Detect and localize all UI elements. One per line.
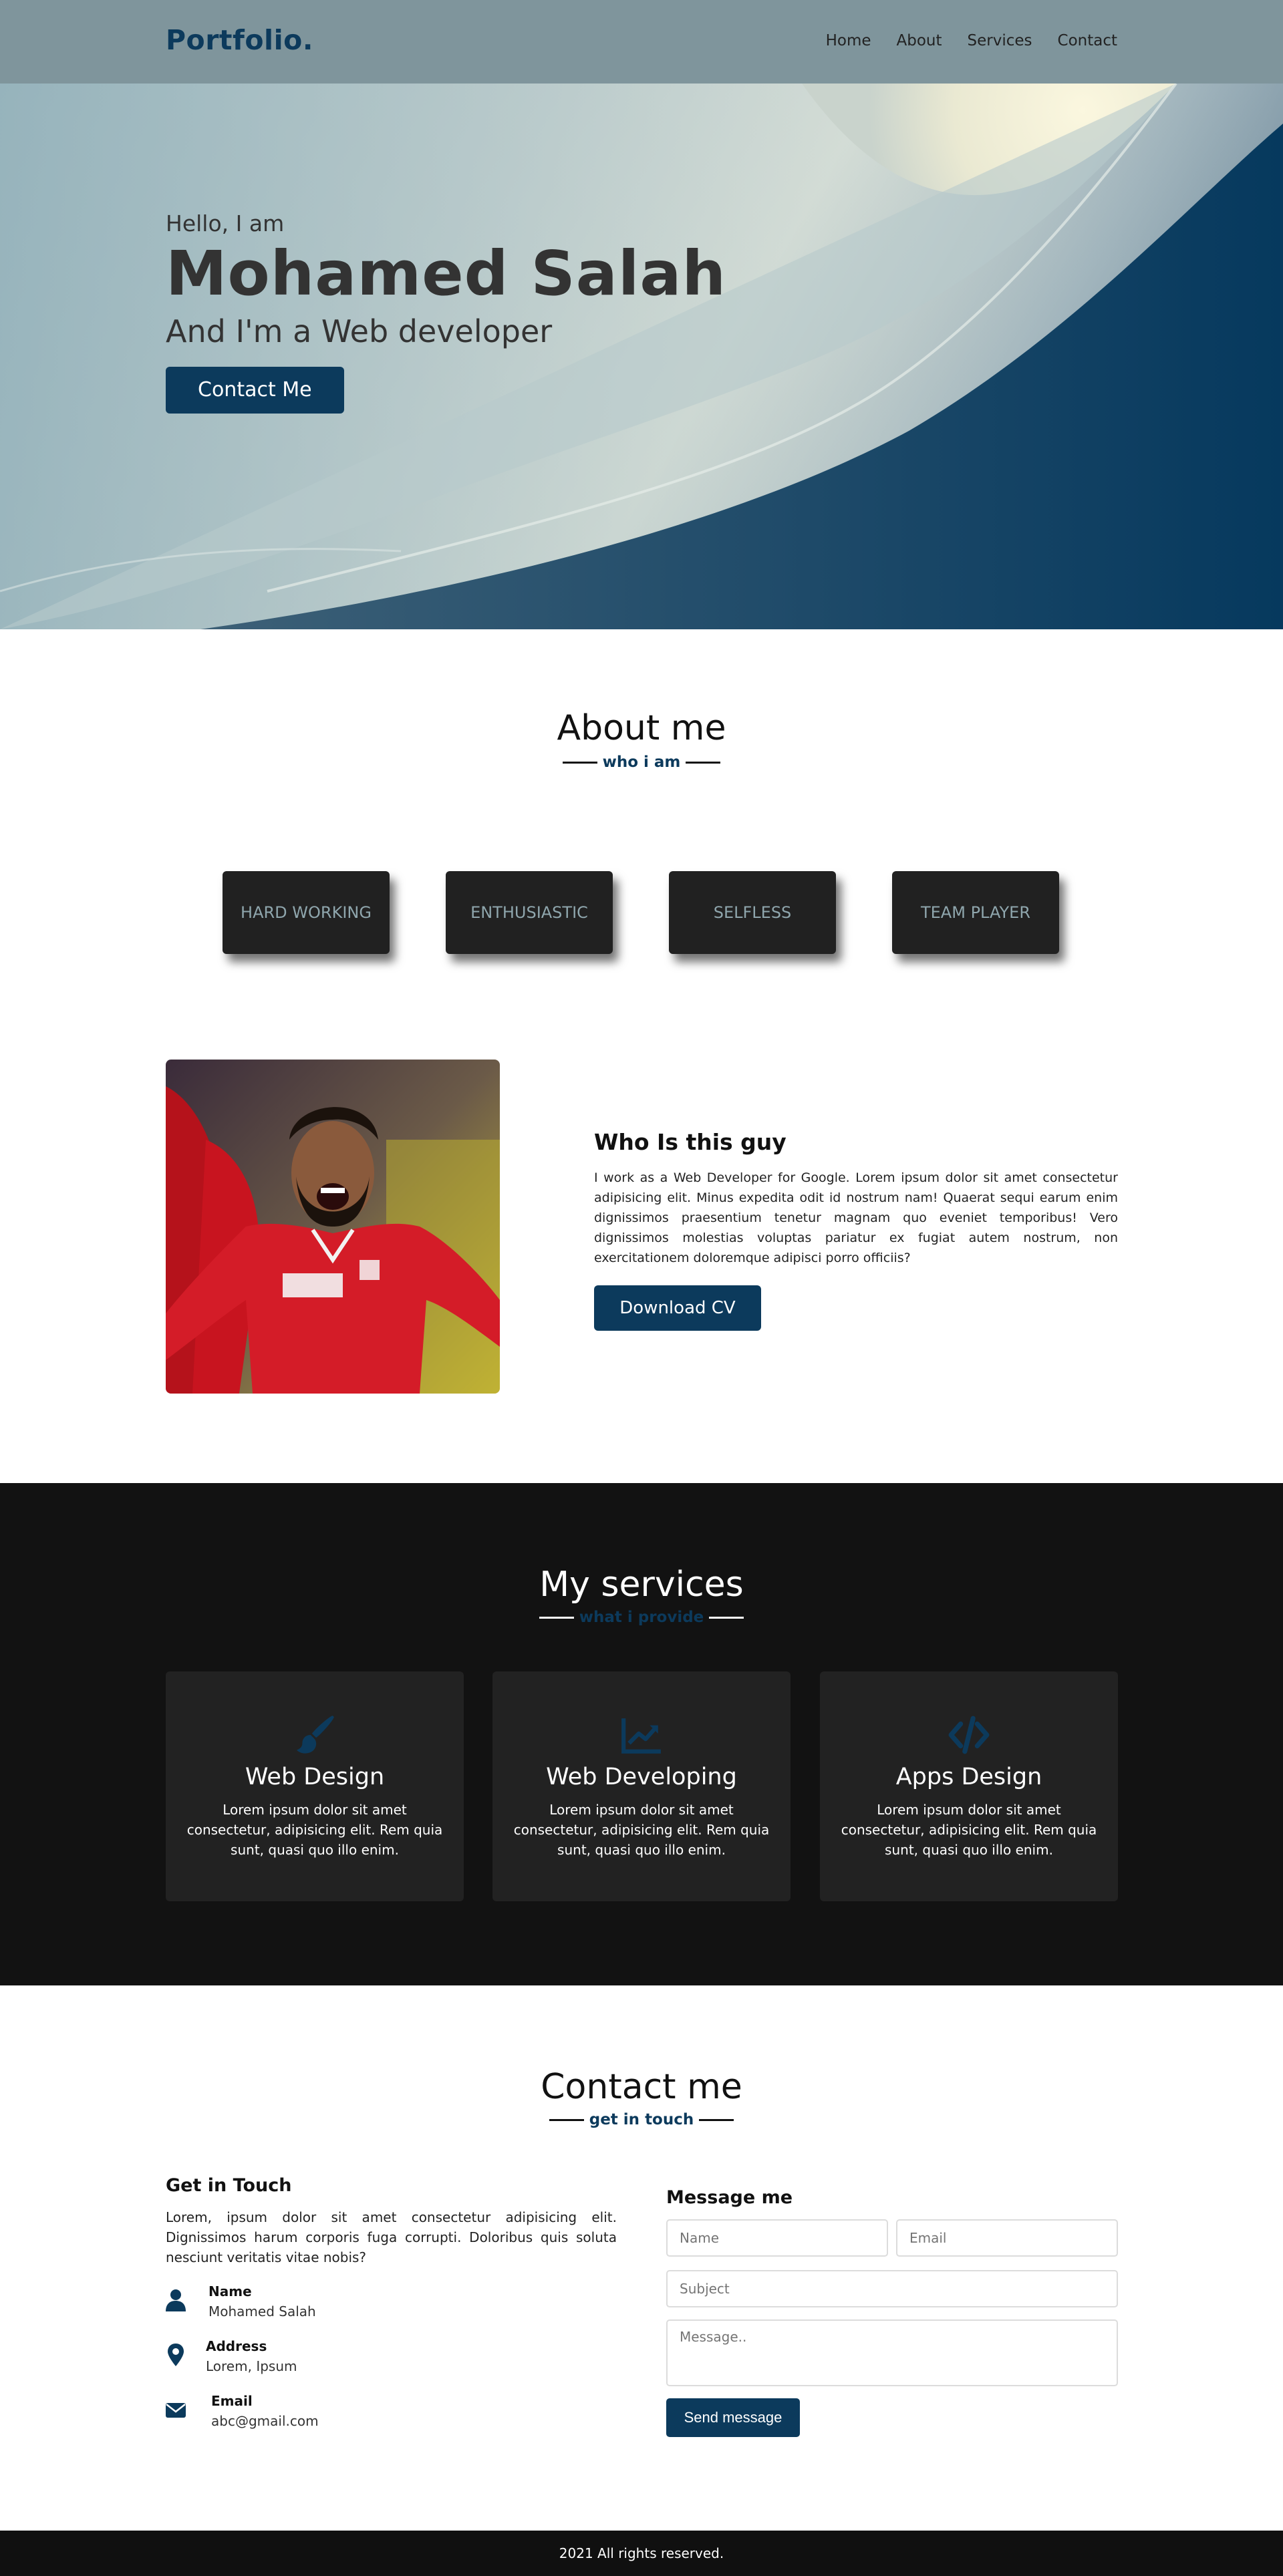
service-desc: Lorem ipsum dolor sit amet consectetur, … — [513, 1802, 770, 1858]
get-in-touch-text: Lorem, ipsum dolor sit amet consectetur … — [166, 2209, 617, 2265]
hero-section: Hello, I am Mohamed Salah And I'm a Web … — [0, 84, 1283, 629]
contact-value: Lorem, Ipsum — [206, 2358, 297, 2374]
contact-subtitle-text: get in touch — [589, 2111, 694, 2128]
contact-me-button[interactable]: Contact Me — [166, 366, 344, 414]
contact-value: Mohamed Salah — [208, 2303, 316, 2319]
services-title: My services — [539, 1565, 744, 1605]
trait-card: SELFLESS — [669, 871, 836, 954]
map-marker-icon — [166, 2344, 186, 2366]
hero-name: Mohamed Salah — [166, 238, 726, 309]
services-subtitle-text: what i provide — [579, 1609, 704, 1626]
service-title: Apps Design — [895, 1764, 1042, 1790]
email-input[interactable] — [896, 2219, 1118, 2257]
code-icon — [820, 1713, 1118, 1757]
hero-greeting: Hello, I am — [166, 210, 285, 236]
nav-link-home[interactable]: Home — [826, 32, 871, 49]
profile-photo — [166, 1060, 500, 1394]
trait-card: HARD WORKING — [223, 871, 390, 954]
chart-line-icon — [492, 1713, 791, 1757]
paintbrush-icon — [166, 1713, 464, 1757]
message-textarea[interactable] — [666, 2319, 1118, 2386]
contact-title: Contact me — [541, 2067, 742, 2107]
get-in-touch-title: Get in Touch — [166, 2175, 292, 2196]
nav-link-about[interactable]: About — [897, 32, 942, 49]
subtitle-dash — [686, 762, 721, 764]
service-card-apps-design: Apps Design Lorem ipsum dolor sit amet c… — [820, 1671, 1118, 1901]
who-title: Who Is this guy — [594, 1129, 787, 1155]
trait-card: TEAM PLAYER — [892, 871, 1059, 954]
envelope-icon — [166, 2398, 186, 2421]
contact-subtitle: get in touch — [0, 2111, 1283, 2128]
subtitle-dash — [709, 1617, 744, 1619]
trait-card: ENTHUSIASTIC — [446, 871, 613, 954]
user-icon — [166, 2289, 186, 2311]
service-title: Web Developing — [546, 1764, 737, 1790]
name-input[interactable] — [666, 2219, 888, 2257]
nav-links: Home About Services Contact — [826, 32, 1117, 49]
about-subtitle-text: who i am — [602, 754, 681, 771]
contact-label: Name — [208, 2283, 252, 2299]
service-title: Web Design — [245, 1764, 385, 1790]
profile-photo-image — [166, 1060, 500, 1394]
subtitle-dash — [699, 2119, 734, 2121]
traits-row: HARD WORKING ENTHUSIASTIC SELFLESS TEAM … — [223, 871, 1059, 954]
service-desc: Lorem ipsum dolor sit amet consectetur, … — [841, 1802, 1097, 1858]
nav-link-services[interactable]: Services — [968, 32, 1032, 49]
subtitle-dash — [562, 762, 597, 764]
hero-text: Hello, I am Mohamed Salah And I'm a Web … — [166, 210, 726, 414]
footer: 2021 All rights reserved. — [0, 2531, 1283, 2576]
contact-label: Email — [211, 2393, 253, 2409]
subject-input[interactable] — [666, 2270, 1118, 2307]
navbar: Portfolio. Home About Services Contact — [0, 0, 1283, 84]
hero-role: And I'm a Web developer — [166, 313, 553, 349]
subtitle-dash — [549, 2119, 584, 2121]
about-subtitle: who i am — [0, 754, 1283, 771]
nav-link-contact[interactable]: Contact — [1058, 32, 1117, 49]
who-text: I work as a Web Developer for Google. Lo… — [594, 1170, 1118, 1265]
service-card-web-design: Web Design Lorem ipsum dolor sit amet co… — [166, 1671, 464, 1901]
contact-value: abc@gmail.com — [211, 2413, 319, 2429]
download-cv-button[interactable]: Download CV — [594, 1285, 761, 1331]
logo[interactable]: Portfolio. — [166, 24, 313, 56]
message-me-title: Message me — [666, 2187, 793, 2208]
footer-text: 2021 All rights reserved. — [559, 2545, 724, 2561]
services-subtitle: what i provide — [0, 1609, 1283, 1626]
service-card-web-developing: Web Developing Lorem ipsum dolor sit ame… — [492, 1671, 791, 1901]
contact-label: Address — [206, 2338, 267, 2354]
service-desc: Lorem ipsum dolor sit amet consectetur, … — [186, 1802, 443, 1858]
send-message-button[interactable]: Send message — [666, 2398, 800, 2437]
about-title: About me — [557, 708, 726, 748]
subtitle-dash — [539, 1617, 574, 1619]
